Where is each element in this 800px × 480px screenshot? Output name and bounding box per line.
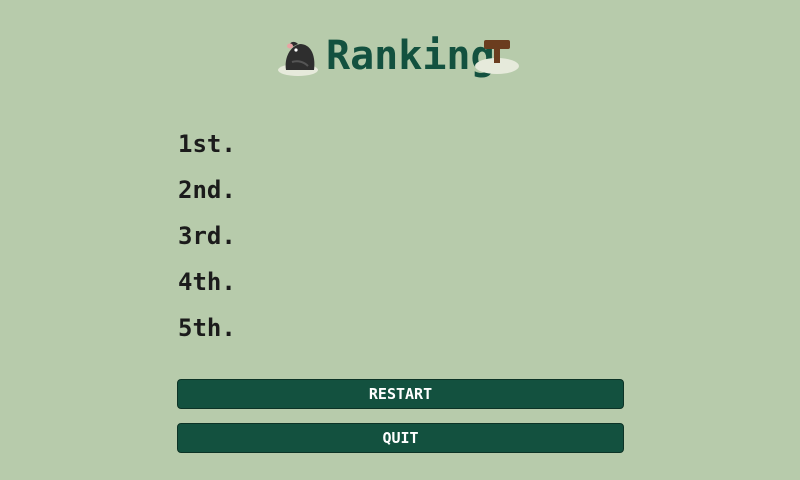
hammer-in-hole-icon xyxy=(475,40,519,74)
ranking-list: 1st. 2nd. 3rd. 4th. 5th. xyxy=(178,124,624,354)
ranking-row-1: 1st. xyxy=(178,124,624,170)
rank-place-label: 1st. xyxy=(178,130,236,158)
rank-place-label: 2nd. xyxy=(178,176,236,204)
rank-place-label: 5th. xyxy=(178,314,236,342)
page-title: Ranking xyxy=(326,33,495,79)
ranking-screen: Ranking 1st. 2nd. 3rd. 4th. 5th. RESTART… xyxy=(0,0,800,480)
ranking-row-4: 4th. xyxy=(178,262,624,308)
restart-button[interactable]: RESTART xyxy=(177,379,624,409)
ranking-row-2: 2nd. xyxy=(178,170,624,216)
rank-place-label: 4th. xyxy=(178,268,236,296)
ranking-row-5: 5th. xyxy=(178,308,624,354)
rank-place-label: 3rd. xyxy=(178,222,236,250)
title-row: Ranking xyxy=(0,28,800,84)
ranking-row-3: 3rd. xyxy=(178,216,624,262)
mole-icon xyxy=(278,41,318,76)
quit-button[interactable]: QUIT xyxy=(177,423,624,453)
